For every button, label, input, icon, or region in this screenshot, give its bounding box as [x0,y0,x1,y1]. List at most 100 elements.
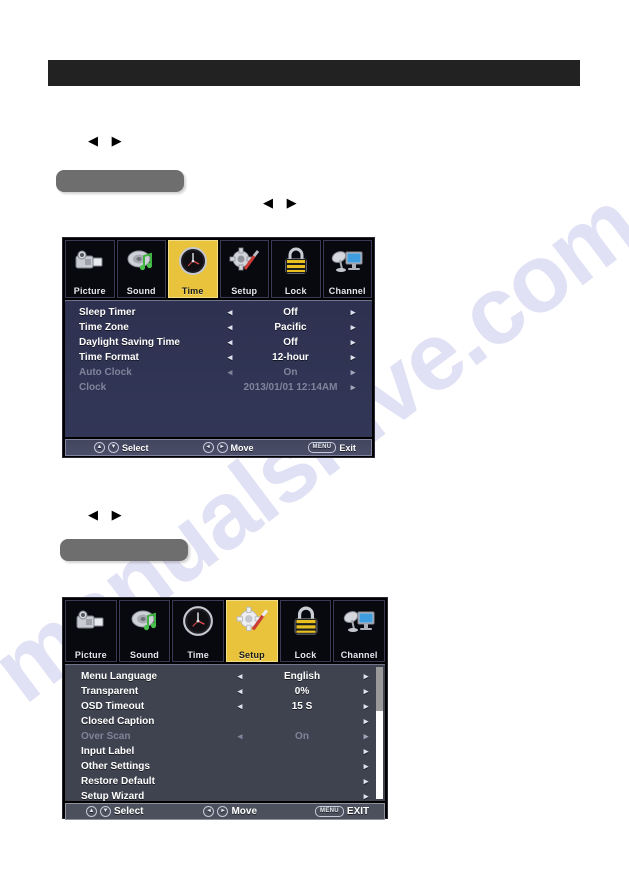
right-arrow-icon: ▸ [350,382,356,392]
tab-setup-label: Setup [231,286,258,296]
row-label: Other Settings [81,761,150,772]
tab-picture[interactable]: Picture [65,600,117,662]
left-arrow-icon[interactable]: ◂ [219,352,241,363]
right-key-icon: ▸ [216,442,228,453]
left-arrow-icon[interactable]: ◂ [229,701,251,712]
row-label: Menu Language [81,671,158,682]
right-arrow-icon[interactable]: ▸ [340,307,366,318]
menu-row-clock: Clock 2013/01/01 12:14AM ▸ [65,380,372,395]
inline-arrow-pair-1: ◀ ▶ [88,133,127,148]
tab-time[interactable]: Time [172,600,225,662]
menu-row-transparent[interactable]: Transparent ◂ 0% ▸ [65,684,385,699]
left-arrow-icon[interactable]: ◂ [219,322,241,333]
setup-menu-tab-strip: Picture Sound Time Setup Lock Channel [65,600,386,662]
menu-row-osd-timeout[interactable]: OSD Timeout ◂ 15 S ▸ [65,699,385,714]
satellite-monitor-icon [324,243,372,279]
row-label: Over Scan [81,731,131,742]
footer-move-label: Move [231,806,258,817]
row-value: 15 S [291,701,313,712]
row-label: Clock [79,382,107,393]
menu-row-menu-language[interactable]: Menu Language ◂ English ▸ [65,669,385,684]
footer-move-hint: ◂ ▸ Move [202,442,254,453]
menu-row-time-format[interactable]: Time Format ◂ 12-hour ▸ [65,350,372,365]
tab-lock-label: Lock [284,286,307,296]
row-value: 12-hour [272,352,309,363]
tab-setup[interactable]: Setup [226,600,278,662]
row-label: OSD Timeout [81,701,145,712]
menu-row-input-label[interactable]: Input Label ▸ [65,744,385,759]
time-menu-footer: ▲ ▼ Select ◂ ▸ Move MENU Exit [65,439,372,456]
inline-arrow-pair-3: ◀ ▶ [88,507,127,522]
tab-channel[interactable]: Channel [322,240,372,298]
tab-channel-label: Channel [340,650,378,660]
row-value: Off [283,307,298,318]
row-value: 0% [294,686,310,697]
tab-sound[interactable]: Sound [116,240,166,298]
time-menu-tab-strip: Picture Sound Time Setup Lock Channel [65,240,372,298]
time-menu-list: Sleep Timer ◂ Off ▸ Time Zone ◂ Pacific … [65,300,372,437]
row-value: Pacific [274,322,307,333]
tab-time-label: Time [181,286,204,296]
speaker-music-note-icon [120,603,170,639]
tab-sound[interactable]: Sound [118,600,171,662]
left-arrow-icon[interactable]: ◂ [229,671,251,682]
menu-row-other-settings[interactable]: Other Settings ▸ [65,759,385,774]
row-label: Setup Wizard [81,791,145,802]
clock-icon [173,603,223,639]
row-value: On [283,367,298,378]
right-arrow-icon: ▸ [350,367,356,377]
tab-sound-label: Sound [130,650,159,660]
scrollbar-thumb[interactable] [376,667,383,711]
right-arrow-icon[interactable]: ▸ [340,322,366,333]
menu-row-restore-default[interactable]: Restore Default ▸ [65,774,385,789]
padlock-icon [272,243,320,279]
right-arrow-icon[interactable]: ▸ [340,337,366,348]
menu-row-daylight-saving-time[interactable]: Daylight Saving Time ◂ Off ▸ [65,335,372,350]
left-arrow-icon[interactable]: ◂ [219,307,241,318]
down-key-icon: ▼ [100,806,111,817]
camcorder-icon [66,603,116,639]
satellite-monitor-icon [334,603,384,639]
redaction-block-2 [60,539,188,561]
redaction-block-1 [56,170,184,192]
tab-lock[interactable]: Lock [271,240,321,298]
row-label: Transparent [81,686,139,697]
up-key-icon: ▲ [94,442,105,453]
tab-time[interactable]: Time [168,240,218,298]
left-arrow-icon[interactable]: ◂ [229,686,251,697]
menu-row-auto-clock: Auto Clock ◂ On ▸ [65,365,372,380]
left-arrow-icon: ◂ [227,367,233,377]
tab-setup[interactable]: Setup [219,240,269,298]
right-arrow-icon[interactable]: ▸ [340,352,366,363]
right-key-icon: ▸ [217,806,229,817]
gear-screwdriver-icon [227,603,277,639]
row-label: Input Label [81,746,135,757]
footer-exit-hint: MENU Exit [307,442,356,453]
tab-setup-label: Setup [238,650,265,660]
setup-menu-scrollbar[interactable] [376,667,383,799]
down-key-icon: ▼ [108,442,119,453]
menu-row-time-zone[interactable]: Time Zone ◂ Pacific ▸ [65,320,372,335]
left-arrow-icon: ◂ [237,731,243,741]
menu-key-icon: MENU [307,442,337,453]
tab-lock[interactable]: Lock [279,600,332,662]
tab-channel[interactable]: Channel [333,600,386,662]
row-label: Auto Clock [79,367,132,378]
padlock-icon [281,603,331,639]
menu-row-setup-wizard[interactable]: Setup Wizard ▸ [65,789,385,804]
time-menu-osd: Picture Sound Time Setup Lock Channel Sl… [62,237,375,458]
footer-select-label: Select [122,442,149,453]
up-key-icon: ▲ [86,806,97,817]
menu-row-sleep-timer[interactable]: Sleep Timer ◂ Off ▸ [65,305,372,320]
clock-icon [169,243,217,279]
tab-channel-label: Channel [328,286,366,296]
left-arrow-icon[interactable]: ◂ [219,337,241,348]
footer-select-hint: ▲ ▼ Select [94,442,149,453]
setup-menu-osd: Picture Sound Time Setup Lock Channel Me… [62,597,388,820]
left-key-icon: ◂ [203,806,215,817]
menu-row-over-scan: Over Scan ◂ On ▸ [65,729,385,744]
tab-lock-label: Lock [294,650,317,660]
menu-row-closed-caption[interactable]: Closed Caption ▸ [65,714,385,729]
tab-picture[interactable]: Picture [65,240,115,298]
footer-move-label: Move [230,442,254,453]
